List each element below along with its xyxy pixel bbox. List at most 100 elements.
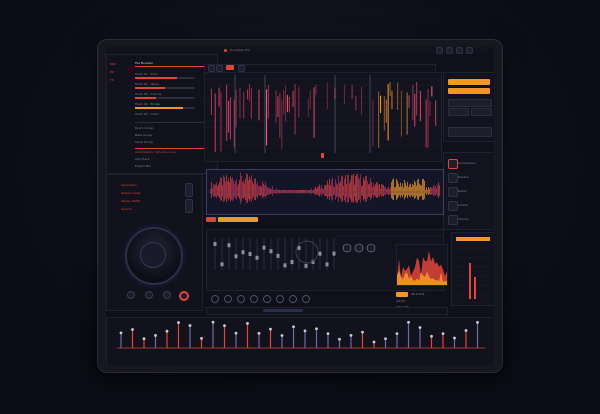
waveform-view[interactable] [207, 170, 443, 214]
tool-icon[interactable] [263, 295, 271, 303]
send-knob [354, 243, 364, 253]
wave-bar [281, 190, 282, 194]
tool-icon[interactable] [237, 295, 245, 303]
fx-item[interactable]: Reverb [458, 176, 469, 179]
fader-handle[interactable] [185, 199, 193, 213]
wave-bar [228, 178, 229, 201]
group-item[interactable]: Vocal Group [135, 141, 153, 144]
spectro-line [385, 99, 387, 123]
channel-strip-area [106, 317, 494, 365]
export-button[interactable] [448, 79, 490, 85]
spectro-line [372, 99, 374, 147]
list-item[interactable]: Track 01 - Intro [135, 73, 158, 76]
list-item[interactable]: Track 04 - Bridge [135, 103, 160, 106]
wave-bar [326, 184, 327, 197]
add-track-link[interactable]: Add Track [135, 158, 150, 161]
wave-bar [322, 188, 323, 194]
wave-bar [359, 179, 360, 200]
channel-strips[interactable] [107, 318, 494, 365]
fader-cap [255, 255, 259, 260]
tool-icon[interactable] [289, 295, 297, 303]
list-item[interactable]: Track 02 - Verse [135, 83, 159, 86]
scrubber[interactable] [263, 309, 303, 312]
small-knob[interactable] [127, 291, 135, 299]
wave-bar [425, 190, 426, 194]
wave-bar [217, 186, 218, 196]
small-knob[interactable] [145, 291, 153, 299]
fx-icon-limiter[interactable] [448, 201, 458, 211]
save-button[interactable] [448, 99, 492, 107]
fader-handle[interactable] [185, 183, 193, 197]
wave-bar [354, 184, 355, 197]
load-button[interactable] [448, 108, 469, 116]
tool-icon[interactable] [302, 295, 310, 303]
fx-icon-delay[interactable] [448, 187, 458, 197]
tempo-field[interactable] [471, 108, 492, 116]
track-badge-1[interactable] [206, 217, 216, 222]
render-button[interactable] [448, 88, 490, 94]
fx-item[interactable]: Limiter [458, 204, 469, 207]
spectro-line [406, 92, 408, 135]
small-knob[interactable] [163, 291, 171, 299]
record-button[interactable] [226, 65, 234, 70]
small-knob[interactable] [179, 291, 189, 301]
play-icon[interactable] [208, 65, 215, 72]
user-icon[interactable] [446, 47, 453, 54]
wave-bar [300, 190, 301, 194]
spectro-line [288, 96, 290, 113]
tool-icon[interactable] [250, 295, 258, 303]
channel-peak [257, 331, 261, 335]
fx-icon-compressor[interactable] [448, 159, 458, 169]
settings-icon[interactable] [436, 47, 443, 54]
wave-bar [427, 190, 428, 194]
wave-bar [337, 184, 338, 197]
spectrogram-view[interactable] [205, 73, 441, 161]
time-display[interactable] [448, 127, 492, 137]
track-badge-2[interactable] [218, 217, 258, 222]
status-text: 24-bit [396, 299, 405, 303]
stop-icon[interactable] [216, 65, 223, 72]
list-item[interactable]: Track 03 - Chorus [135, 93, 161, 96]
export-mix-link[interactable]: Export Mix [135, 165, 151, 168]
wave-bar [290, 190, 291, 194]
automation-label[interactable]: Automation / Volume curve [135, 151, 176, 154]
wave-bar [370, 177, 371, 201]
wave-bar [214, 185, 215, 197]
sidebar-tab[interactable]: MIX [110, 63, 116, 66]
wave-bar [215, 184, 216, 197]
group-item[interactable]: Bass Group [135, 134, 152, 137]
wave-bar [240, 172, 241, 204]
menu-icon[interactable] [466, 47, 473, 54]
fx-icon-reverb[interactable] [448, 173, 458, 183]
tool-icon[interactable] [224, 295, 232, 303]
item-meter [135, 107, 195, 109]
spectrogram-panel [204, 72, 442, 162]
sidebar-tab[interactable]: EQ [110, 71, 114, 74]
channel-peak [453, 336, 456, 340]
spectro-line [228, 100, 230, 133]
group-item[interactable]: Drum Group [135, 127, 153, 130]
tool-icon[interactable] [276, 295, 284, 303]
wave-bar [334, 187, 335, 195]
wave-bar [246, 173, 247, 204]
wave-bar [225, 181, 226, 199]
wave-bar [363, 177, 364, 201]
loop-icon[interactable] [238, 65, 245, 72]
list-item[interactable]: Track 05 - Outro [135, 113, 159, 116]
spectro-line [258, 89, 260, 121]
wave-bar [343, 186, 344, 196]
wave-bar [375, 184, 376, 197]
tool-icon[interactable] [211, 295, 219, 303]
grid-icon[interactable] [456, 47, 463, 54]
sidebar-tab[interactable]: FX [110, 79, 114, 82]
spectro-line [397, 82, 399, 110]
fx-icon-chorus[interactable] [448, 215, 458, 225]
fx-item[interactable]: Delay [458, 190, 467, 193]
wave-bar [292, 190, 293, 194]
fx-item[interactable]: Compressor [458, 162, 476, 165]
fx-item[interactable]: Chorus [458, 218, 469, 221]
wave-bar [418, 178, 419, 200]
control-label: Stereo Width [121, 199, 141, 203]
wave-bar [267, 187, 268, 195]
wave-bar [376, 182, 377, 198]
